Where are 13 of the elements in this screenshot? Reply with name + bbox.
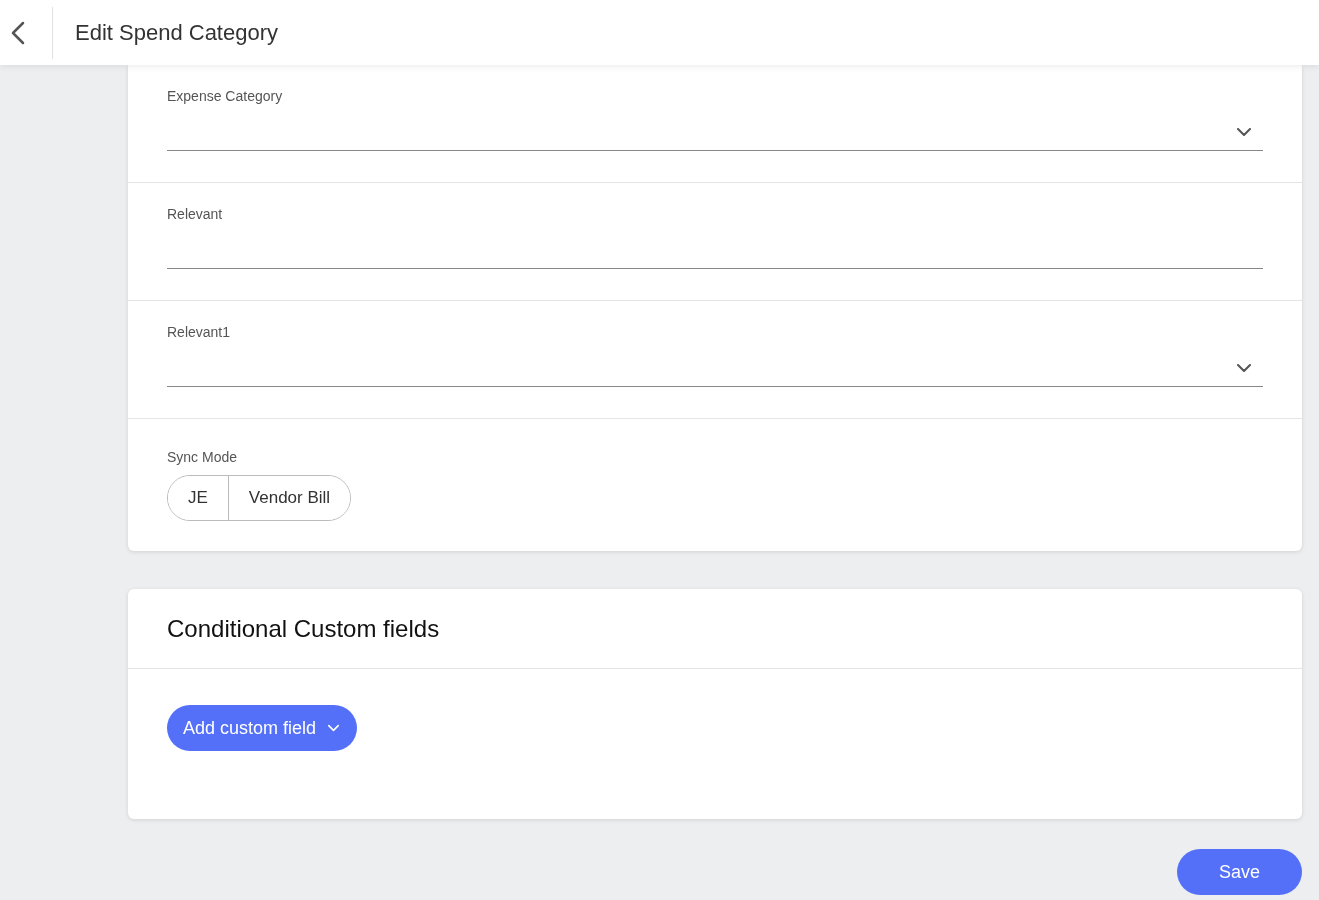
segment-option[interactable]: Vendor Bill	[227, 476, 351, 520]
field-label: Relevant1	[167, 324, 232, 340]
chevron-down-icon	[1237, 364, 1251, 372]
field-label: Relevant	[167, 206, 224, 222]
chevron-left-icon	[11, 20, 25, 45]
page-title: Edit Spend Category	[75, 19, 279, 46]
save-button[interactable]: Save	[1177, 849, 1302, 895]
section-title: Conditional Custom fields	[128, 589, 1302, 669]
add-custom-field-button[interactable]: Add custom field	[167, 705, 358, 751]
field-label: Sync Mode	[167, 449, 238, 465]
chevron-down-icon	[1237, 128, 1251, 136]
field-label: Expense Category	[167, 88, 284, 104]
chevron-down-icon	[328, 724, 340, 732]
